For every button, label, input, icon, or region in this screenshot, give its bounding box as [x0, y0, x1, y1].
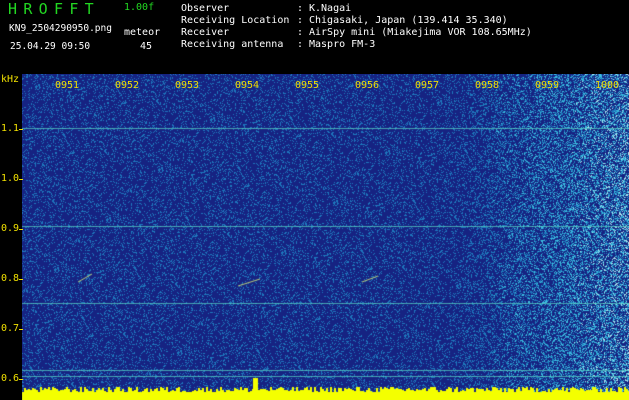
x-tick-label: 0957 [415, 80, 440, 91]
location-label: Receiving Location [181, 15, 290, 26]
x-tick-label: 0955 [295, 80, 320, 91]
receiver-value: AirSpy mini (Miakejima VOR 108.65MHz) [309, 27, 532, 38]
x-tick-label: 0951 [55, 80, 80, 91]
receiver-label: Receiver [181, 27, 230, 38]
antenna-value: Maspro FM-3 [309, 39, 376, 50]
x-tick-label: 1000 [595, 80, 620, 91]
datetime-label: 25.04.29 09:50 [10, 41, 91, 52]
count-value: 45 [140, 41, 153, 52]
y-tick-label: 0.8 [1, 273, 20, 284]
y-tick-label: 0.9 [1, 223, 20, 234]
y-tick [19, 229, 23, 230]
x-tick-label: 0952 [115, 80, 140, 91]
x-tick-label: 0953 [175, 80, 200, 91]
y-tick-label: 0.6 [1, 373, 20, 384]
colon: : [297, 27, 304, 38]
colon: : [297, 39, 304, 50]
y-axis-unit: kHz [1, 74, 20, 85]
colon: : [297, 15, 304, 26]
x-tick-label: 0958 [475, 80, 500, 91]
location-value: Chigasaki, Japan (139.414 35.340) [309, 15, 508, 26]
y-tick [19, 329, 23, 330]
y-tick [19, 129, 23, 130]
mode-label: meteor [124, 27, 161, 38]
x-tick-label: 0954 [235, 80, 260, 91]
app-version: 1.00f [124, 2, 155, 13]
x-tick-label: 0959 [535, 80, 560, 91]
spectrogram-canvas [0, 74, 629, 400]
observer-label: Observer [181, 3, 230, 14]
app-name: HROFFT [8, 0, 100, 18]
x-tick-label: 0956 [355, 80, 380, 91]
header-panel: HROFFT 1.00f KN9_2504290950.png meteor 2… [0, 0, 629, 74]
y-tick [19, 179, 23, 180]
filename-label: KN9_2504290950.png [9, 23, 112, 34]
colon: : [297, 3, 304, 14]
y-tick-label: 0.7 [1, 323, 20, 334]
y-tick-label: 1.0 [1, 173, 20, 184]
antenna-label: Receiving antenna [181, 39, 284, 50]
y-tick-label: 1.1 [1, 123, 20, 134]
observer-value: K.Nagai [309, 3, 352, 14]
y-tick [19, 379, 23, 380]
y-tick [19, 279, 23, 280]
